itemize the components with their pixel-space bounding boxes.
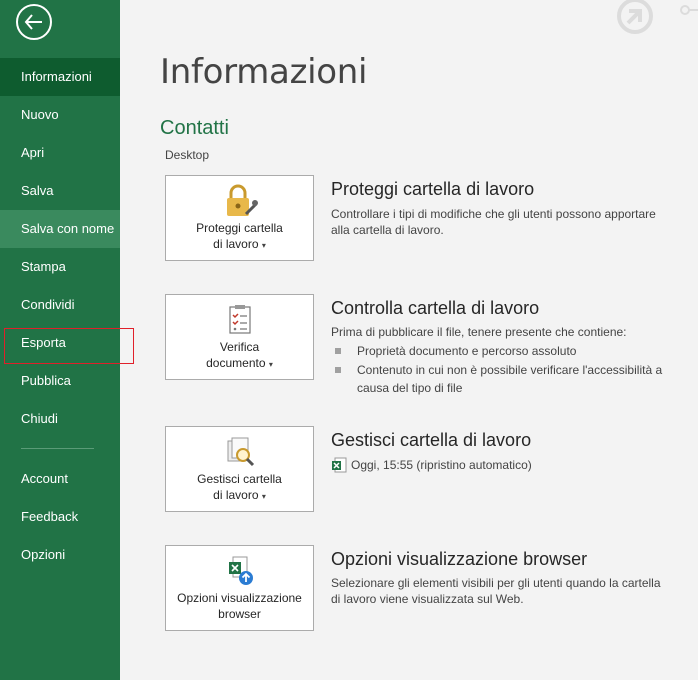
- protect-label-1: Proteggi cartella: [196, 221, 283, 235]
- bullet-icon: [335, 367, 341, 373]
- nav-item-account[interactable]: Account: [0, 460, 120, 498]
- user-icon: [615, 0, 698, 39]
- protect-label-2: di lavoro: [213, 237, 259, 251]
- manage-versions-icon: [227, 437, 254, 467]
- browser-label-1: Opzioni visualizzazione: [177, 591, 302, 605]
- manage-label-1: Gestisci cartella: [197, 472, 282, 486]
- nav-item-condividi[interactable]: Condividi: [0, 286, 120, 324]
- inspect-bullet-2-text: Contenuto in cui non è possibile verific…: [357, 363, 663, 395]
- inspect-bullet-1: Proprietà documento e percorso assoluto: [331, 342, 671, 360]
- lock-icon: [226, 184, 258, 216]
- arrow-left-icon: [24, 14, 42, 30]
- autosave-version-text: Oggi, 15:55 (ripristino automatico): [351, 458, 532, 472]
- back-button[interactable]: [16, 4, 52, 40]
- browser-label-2: browser: [218, 607, 261, 621]
- nav-item-salva[interactable]: Salva: [0, 172, 120, 210]
- manage-label-2: di lavoro: [213, 488, 259, 502]
- browser-title: Opzioni visualizzazione browser: [331, 549, 588, 569]
- browser-view-icon: [228, 556, 253, 585]
- nav-item-apri[interactable]: Apri: [0, 134, 120, 172]
- inspect-label-2: documento: [206, 356, 266, 370]
- browser-description: Selezionare gli elementi visibili per gl…: [331, 576, 661, 606]
- nav-item-informazioni[interactable]: Informazioni: [0, 58, 120, 96]
- nav-item-feedback[interactable]: Feedback: [0, 498, 120, 536]
- nav-item-nuovo[interactable]: Nuovo: [0, 96, 120, 134]
- nav-divider: [21, 448, 94, 449]
- nav-item-esporta[interactable]: Esporta: [0, 324, 120, 362]
- inspect-bullet-2: Contenuto in cui non è possibile verific…: [331, 361, 671, 397]
- protect-workbook-button[interactable]: Proteggi cartella di lavoro ▾: [165, 175, 314, 261]
- chevron-down-icon: ▾: [268, 360, 273, 369]
- backstage-sidebar: Informazioni Nuovo Apri Salva Salva con …: [0, 0, 120, 680]
- file-location: Desktop: [165, 148, 210, 162]
- manage-workbook-button[interactable]: Gestisci cartella di lavoro ▾: [165, 426, 314, 512]
- inspect-title: Controlla cartella di lavoro: [331, 298, 540, 318]
- chevron-down-icon: ▾: [261, 241, 266, 250]
- checklist-icon: [228, 305, 251, 334]
- protect-title: Proteggi cartella di lavoro: [331, 179, 535, 199]
- nav-item-chiudi[interactable]: Chiudi: [0, 400, 120, 438]
- chevron-down-icon: ▾: [261, 492, 266, 501]
- autosave-version-link[interactable]: Oggi, 15:55 (ripristino automatico): [331, 457, 532, 473]
- browser-view-options-button[interactable]: Opzioni visualizzazione browser: [165, 545, 314, 631]
- nav-item-salva-con-nome[interactable]: Salva con nome: [0, 210, 120, 248]
- nav-item-pubblica[interactable]: Pubblica: [0, 362, 120, 400]
- excel-file-icon: [332, 457, 347, 473]
- bullet-icon: [335, 348, 341, 354]
- inspect-document-button[interactable]: Verifica documento ▾: [165, 294, 314, 380]
- page-title: Informazioni: [160, 52, 368, 92]
- inspect-bullet-1-text: Proprietà documento e percorso assoluto: [357, 344, 577, 358]
- inspect-description: Prima di pubblicare il file, tenere pres…: [331, 325, 627, 339]
- nav-item-opzioni[interactable]: Opzioni: [0, 536, 120, 574]
- inspect-label-1: Verifica: [219, 340, 260, 354]
- manage-title: Gestisci cartella di lavoro: [331, 430, 532, 450]
- nav-item-stampa[interactable]: Stampa: [0, 248, 120, 286]
- section-title: Contatti: [160, 117, 229, 139]
- protect-description: Controllare i tipi di modifiche che gli …: [331, 207, 656, 237]
